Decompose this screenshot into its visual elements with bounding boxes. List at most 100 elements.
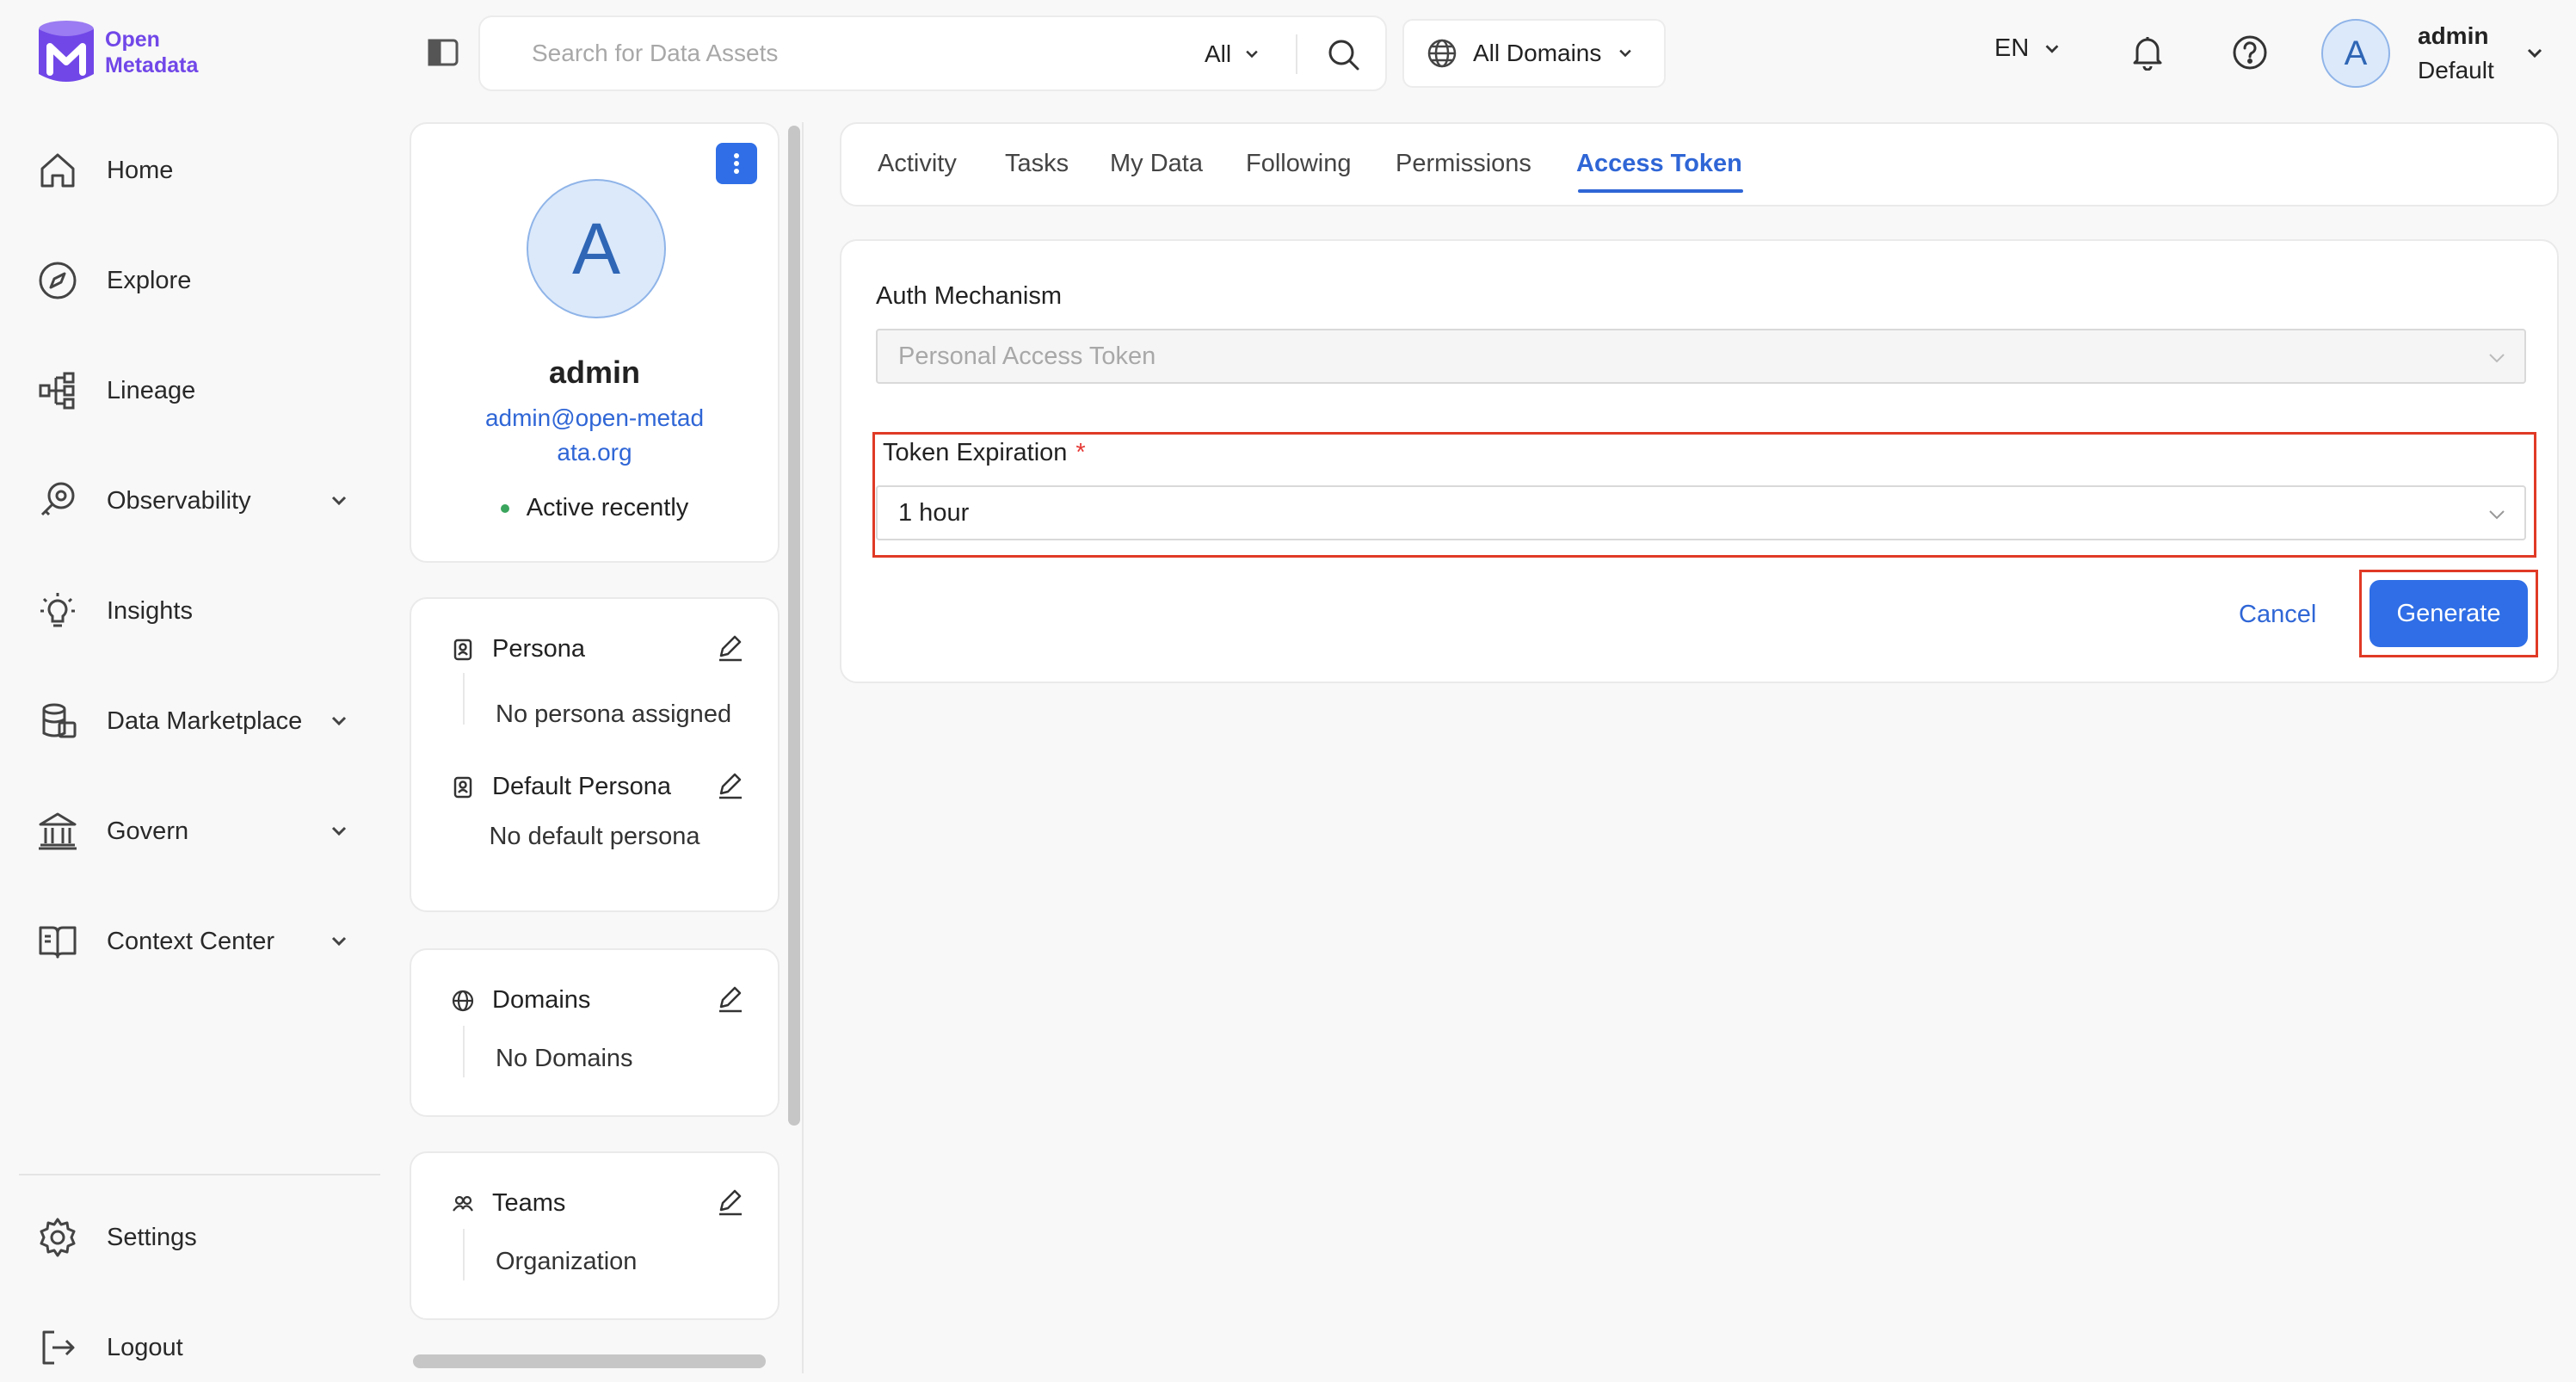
sidebar-item-label: Data Marketplace: [107, 706, 303, 735]
tab-following[interactable]: Following: [1246, 150, 1352, 178]
kebab-menu-icon: [734, 153, 739, 174]
generate-button[interactable]: Generate: [2370, 580, 2528, 647]
domain-select[interactable]: All Domains: [1402, 19, 1666, 88]
profile-tabs: Activity Tasks My Data Following Permiss…: [840, 122, 2559, 207]
edit-teams-icon[interactable]: [716, 1188, 745, 1217]
persona-title: Persona: [451, 635, 585, 663]
sidebar-item-observability[interactable]: Observability: [34, 468, 361, 534]
tab-access-token[interactable]: Access Token: [1576, 150, 1742, 178]
logo-text-line2: Metadata: [105, 53, 199, 77]
token-expiration-label: Token Expiration *: [883, 439, 1086, 467]
chevron-down-icon: [331, 496, 347, 506]
token-expiration-label-text: Token Expiration: [883, 439, 1068, 466]
vertical-scrollbar[interactable]: [788, 126, 800, 1126]
chevron-down-icon[interactable]: [2524, 43, 2545, 64]
tab-activity[interactable]: Activity: [878, 150, 957, 178]
search-input[interactable]: [532, 34, 1134, 72]
compass-icon: [34, 257, 81, 304]
search-icon[interactable]: [1325, 36, 1361, 72]
profile-name: admin: [548, 355, 640, 390]
auth-mechanism-value: Personal Access Token: [898, 342, 1156, 370]
chevron-down-icon: [2045, 44, 2059, 53]
persona-icon: [453, 639, 472, 660]
bell-icon[interactable]: [2130, 34, 2165, 71]
sidebar-item-label: Settings: [107, 1223, 197, 1251]
persona-title-text: Persona: [492, 635, 586, 663]
sidebar-toggle-icon[interactable]: [427, 36, 459, 69]
sidebar-item-context-center[interactable]: Context Center: [34, 909, 361, 974]
tab-my-data[interactable]: My Data: [1110, 150, 1203, 178]
horizontal-scrollbar[interactable]: [413, 1354, 766, 1368]
teams-value[interactable]: Organization: [496, 1248, 637, 1276]
edit-domains-icon[interactable]: [716, 984, 745, 1014]
sidebar-item-lineage[interactable]: Lineage: [34, 358, 361, 423]
globe-icon: [452, 990, 474, 1011]
default-persona-title: Default Persona: [451, 773, 671, 801]
book-icon: [34, 918, 81, 965]
search-bar: All: [478, 15, 1387, 91]
help-icon[interactable]: [2232, 34, 2268, 71]
tab-permissions[interactable]: Permissions: [1396, 150, 1531, 178]
sidebar-item-home[interactable]: Home: [34, 138, 361, 203]
scroll-track-border: [802, 122, 804, 1373]
active-tab-indicator: [1578, 189, 1743, 193]
logout-icon: [34, 1324, 81, 1371]
persona-icon: [453, 776, 472, 798]
sidebar-item-settings[interactable]: Settings: [34, 1205, 361, 1270]
auth-mechanism-label: Auth Mechanism: [876, 282, 1062, 310]
search-scope-select[interactable]: All: [1205, 36, 1260, 72]
edit-persona-icon[interactable]: [716, 633, 745, 663]
cancel-button[interactable]: Cancel: [2239, 601, 2316, 629]
logo-text-line1: Open: [105, 28, 160, 52]
profile-card: A admin admin@open-metadata.org Active r…: [410, 122, 780, 563]
observability-icon: [34, 478, 81, 524]
domains-title: Domains: [451, 986, 590, 1015]
home-icon: [34, 147, 81, 194]
chevron-down-icon: [1619, 49, 1632, 58]
chevron-down-icon: [2489, 354, 2505, 363]
gear-icon: [34, 1214, 81, 1261]
user-avatar[interactable]: A: [2321, 19, 2390, 88]
language-label: EN: [1994, 34, 2030, 62]
sidebar-item-data-marketplace[interactable]: Data Marketplace: [34, 688, 361, 754]
profile-avatar: A: [527, 179, 666, 318]
search-scope-label: All: [1205, 40, 1232, 67]
domains-divider: [463, 1026, 465, 1077]
sidebar-item-label: Home: [107, 156, 174, 184]
teams-card: Teams Organization: [410, 1151, 780, 1320]
domain-select-label: All Domains: [1473, 40, 1602, 66]
auth-mechanism-select: Personal Access Token: [876, 329, 2526, 384]
tab-tasks[interactable]: Tasks: [1005, 150, 1069, 178]
chevron-down-icon: [1246, 50, 1258, 59]
default-persona-value: No default persona: [489, 823, 700, 850]
sidebar-item-logout[interactable]: Logout: [34, 1315, 361, 1380]
more-options-button[interactable]: [716, 143, 757, 184]
persona-card: Persona No persona assigned Default Pers…: [410, 597, 780, 912]
persona-divider: [463, 673, 465, 725]
search-divider: [1296, 34, 1297, 74]
user-name: admin: [2418, 22, 2489, 49]
status-text: Active recently: [526, 494, 689, 521]
team-icon: [453, 1195, 473, 1212]
profile-email[interactable]: admin@open-metadata.org: [411, 401, 778, 470]
status-dot: [500, 503, 509, 513]
sidebar: Open Metadata Home Explore Lineage Obser…: [0, 0, 389, 1382]
domains-card: Domains No Domains: [410, 948, 780, 1117]
globe-icon: [1427, 39, 1457, 68]
teams-divider: [463, 1229, 465, 1280]
teams-title-text: Teams: [492, 1189, 566, 1217]
app-logo[interactable]: Open Metadata: [34, 17, 198, 88]
token-expiration-select[interactable]: 1 hour: [876, 485, 2526, 540]
bank-icon: [34, 808, 81, 854]
logo-text: Open Metadata: [105, 27, 198, 78]
language-select[interactable]: EN: [1994, 34, 2061, 63]
edit-default-persona-icon[interactable]: [716, 771, 745, 800]
sidebar-item-insights[interactable]: Insights: [34, 578, 361, 644]
sidebar-item-explore[interactable]: Explore: [34, 248, 361, 313]
domains-title-text: Domains: [492, 986, 591, 1014]
access-token-form: Auth Mechanism Personal Access Token Tok…: [840, 239, 2559, 683]
lineage-icon: [34, 367, 81, 414]
default-persona-title-text: Default Persona: [492, 773, 671, 800]
chevron-down-icon: [331, 826, 347, 836]
sidebar-item-govern[interactable]: Govern: [34, 799, 361, 864]
